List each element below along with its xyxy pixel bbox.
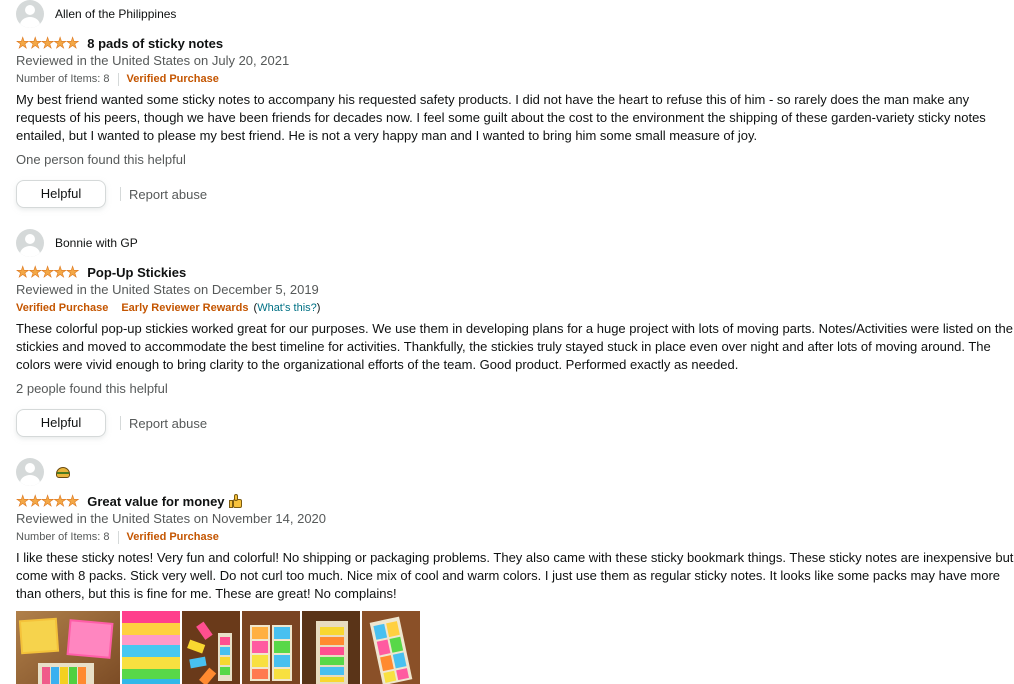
reviews-page: Allen of the Philippines ★ ★ ★ ★ ★ 8 pads of… [0, 0, 1014, 684]
star-icon: ★ [16, 492, 30, 510]
whats-this-link[interactable]: What's this? [257, 302, 317, 314]
review-card: Allen of the Philippines ★ ★ ★ ★ ★ 8 pads of… [16, 0, 1014, 208]
taco-emoji-icon [56, 466, 70, 478]
star-icon: ★ [16, 34, 30, 52]
divider [120, 416, 121, 430]
report-abuse-link[interactable]: Report abuse [129, 416, 207, 431]
reviewer-profile[interactable]: Allen of the Philippines [16, 0, 1014, 28]
star-rating[interactable]: ★ ★ ★ ★ ★ [16, 492, 80, 510]
review-date: Reviewed in the United States on Decembe… [16, 282, 319, 297]
star-rating[interactable]: ★ ★ ★ ★ ★ [16, 34, 80, 52]
report-abuse-link[interactable]: Report abuse [129, 187, 207, 202]
verified-purchase-badge: Verified Purchase [126, 531, 219, 543]
star-icon: ★ [28, 492, 42, 510]
early-reviewer-badge: Early Reviewer Rewards [121, 302, 249, 314]
star-icon: ★ [16, 263, 30, 281]
star-icon: ★ [40, 34, 55, 52]
star-icon: ★ [53, 34, 67, 52]
avatar-icon [16, 0, 44, 28]
thumbs-up-icon [228, 494, 243, 508]
divider [120, 187, 121, 201]
review-photo[interactable] [122, 611, 180, 684]
whats-this-wrapper: (What's this?) [253, 302, 321, 314]
review-title-row: ★ ★ ★ ★ ★ Great value for money [16, 492, 1014, 510]
star-icon: ★ [28, 263, 42, 281]
review-card: Bonnie with GP ★ ★ ★ ★ ★ Pop-Up Stickies Rev… [16, 229, 1014, 437]
review-photo[interactable] [182, 611, 240, 684]
reviewer-profile[interactable] [16, 458, 1014, 486]
item-count[interactable]: Number of Items: 8 [16, 531, 110, 543]
reviewer-name: Allen of the Philippines [55, 7, 177, 21]
review-photos [16, 611, 1014, 684]
avatar-icon [16, 458, 44, 486]
review-title-row: ★ ★ ★ ★ ★ 8 pads of sticky notes [16, 34, 1014, 52]
reviewer-profile[interactable]: Bonnie with GP [16, 229, 1014, 257]
review-actions: Helpful Report abuse [16, 409, 1014, 437]
review-photo[interactable] [302, 611, 360, 684]
verified-purchase-badge: Verified Purchase [16, 302, 109, 314]
verified-purchase-badge: Verified Purchase [126, 73, 219, 85]
review-meta: Verified Purchase Early Reviewer Rewards… [16, 299, 1014, 317]
helpful-count: One person found this helpful [16, 152, 186, 167]
helpful-button[interactable]: Helpful [16, 180, 106, 208]
review-card: ★ ★ ★ ★ ★ Great value for money Reviewed in … [16, 458, 1014, 684]
review-meta: Number of Items: 8 Verified Purchase [16, 528, 1014, 546]
divider [117, 530, 119, 544]
item-count[interactable]: Number of Items: 8 [16, 73, 110, 85]
star-icon: ★ [53, 263, 67, 281]
review-meta: Number of Items: 8 Verified Purchase [16, 70, 1014, 88]
review-body: I like these sticky notes! Very fun and … [16, 550, 1014, 601]
review-photo[interactable] [362, 611, 420, 684]
star-icon: ★ [65, 263, 80, 281]
review-title[interactable]: Pop-Up Stickies [87, 265, 186, 280]
review-title-row: ★ ★ ★ ★ ★ Pop-Up Stickies [16, 263, 1014, 281]
review-actions: Helpful Report abuse [16, 180, 1014, 208]
star-icon: ★ [53, 492, 67, 510]
star-rating[interactable]: ★ ★ ★ ★ ★ [16, 263, 80, 281]
helpful-count: 2 people found this helpful [16, 381, 168, 396]
review-photo[interactable] [242, 611, 300, 684]
review-date: Reviewed in the United States on July 20… [16, 53, 290, 68]
review-body: My best friend wanted some sticky notes … [16, 92, 986, 143]
review-title[interactable]: Great value for money [87, 494, 224, 509]
star-icon: ★ [40, 492, 55, 510]
review-photo[interactable] [16, 611, 120, 684]
reviewer-name: Bonnie with GP [55, 236, 138, 250]
review-body: These colorful pop-up stickies worked gr… [16, 321, 1013, 372]
review-title[interactable]: 8 pads of sticky notes [87, 36, 223, 51]
star-icon: ★ [28, 34, 42, 52]
star-icon: ★ [65, 34, 80, 52]
star-icon: ★ [40, 263, 55, 281]
star-icon: ★ [65, 492, 80, 510]
divider [117, 72, 119, 86]
review-date: Reviewed in the United States on Novembe… [16, 511, 327, 526]
helpful-button[interactable]: Helpful [16, 409, 106, 437]
avatar-icon [16, 229, 44, 257]
